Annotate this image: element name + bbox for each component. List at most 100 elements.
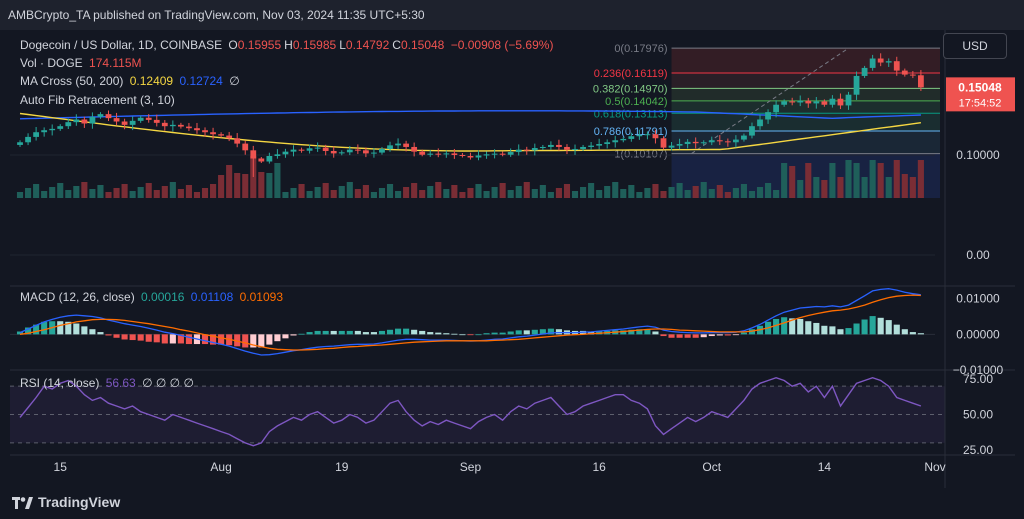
volume-bar: [65, 190, 72, 198]
candle-body: [660, 138, 667, 148]
candle-body: [210, 132, 216, 135]
candle-body: [893, 61, 900, 71]
candle-body: [652, 134, 659, 139]
macd-histogram-bar: [700, 334, 707, 338]
volume-bar: [732, 188, 739, 198]
candle-body: [33, 132, 40, 137]
currency-button[interactable]: USD: [943, 33, 1007, 59]
macd-histogram-bar: [459, 334, 466, 336]
candle-body: [901, 70, 908, 75]
candle-body: [338, 152, 345, 154]
candle-body: [379, 148, 385, 153]
candle-body: [708, 140, 715, 143]
volume-bar: [427, 186, 434, 198]
macd-histogram-bar: [813, 322, 820, 335]
ohlc-value-c: 0.15048: [400, 38, 445, 52]
macd-histogram-bar: [41, 321, 48, 335]
volume-bar: [917, 160, 924, 198]
volume-bar: [201, 188, 209, 198]
candle-body: [41, 130, 48, 133]
volume-bar: [137, 187, 144, 198]
candle-body: [89, 116, 96, 124]
volume-bar: [242, 174, 249, 198]
footer: [0, 488, 1024, 519]
volume-bar: [161, 186, 168, 198]
volume-value: 174.115M: [89, 56, 142, 70]
fib-retracement-layer: 0(0.17976)0.236(0.16119)0.382(0.14970)0.…: [593, 43, 940, 198]
macd-histogram-bar: [853, 323, 860, 335]
candle-body: [314, 147, 321, 149]
macd-histogram-bar: [684, 334, 691, 338]
volume-bar: [523, 182, 530, 198]
ohlc-key-c: C: [392, 38, 401, 52]
volume-bar: [821, 180, 828, 198]
macd-histogram-bar: [81, 326, 88, 335]
macd-histogram-bar: [282, 334, 289, 339]
volume-bar: [298, 184, 305, 198]
candle-body: [145, 117, 152, 120]
candle-body: [362, 150, 369, 154]
macd-histogram-bar: [483, 333, 490, 335]
volume-bar: [644, 188, 651, 198]
macd-label: MACD (12, 26, close): [20, 290, 135, 304]
macd-histogram-bar: [113, 334, 120, 338]
candle-body: [306, 148, 313, 151]
candle-body: [226, 135, 233, 139]
ma-slow-value: 0.12724: [179, 74, 223, 88]
volume-bar: [507, 190, 514, 198]
candle-body: [177, 124, 184, 127]
candle-body: [789, 101, 796, 103]
time-axis-label: 14: [818, 460, 832, 474]
candle-body: [523, 149, 530, 151]
candle-body: [861, 67, 868, 76]
candle-body: [604, 142, 611, 145]
fib-label: Auto Fib Retracement (3, 10): [20, 93, 175, 107]
price-axis-label: 0.10000: [956, 148, 1000, 162]
macd-signal-value: 0.01093: [239, 290, 284, 304]
volume-bar: [145, 183, 152, 198]
candle-body: [419, 151, 426, 155]
volume-bar: [636, 192, 643, 198]
macd-histogram-bar: [845, 328, 852, 335]
macd-histogram-bar: [781, 317, 788, 335]
macd-histogram-bar: [322, 330, 329, 335]
ohlc-value-h: 0.15985: [292, 38, 337, 52]
time-axis-label: Nov: [924, 460, 945, 474]
candle-body: [749, 126, 755, 136]
publisher-bar: AMBCrypto_TA published on TradingView.co…: [0, 0, 1024, 30]
volume-bar: [563, 184, 571, 198]
macd-histogram-bar: [805, 321, 812, 335]
volume-bar: [386, 184, 394, 198]
candle-body: [81, 119, 88, 124]
candle-body: [917, 75, 924, 88]
candle-body: [765, 112, 771, 120]
macd-histogram-bar: [917, 333, 924, 335]
volume-bar: [612, 182, 619, 198]
candle-body: [692, 141, 699, 144]
volume-bar: [378, 188, 386, 198]
volume-bar: [81, 182, 88, 198]
candle-body: [845, 94, 852, 106]
volume-bar: [547, 192, 554, 198]
macd-histogram-bar: [419, 330, 426, 335]
candle-body: [644, 134, 651, 136]
macd-axis-label: 0.01000: [956, 292, 1000, 306]
macd-histogram-bar: [274, 334, 281, 342]
candle-body: [282, 151, 289, 155]
volume-bar: [724, 192, 731, 198]
macd-histogram-bar: [258, 334, 265, 348]
volume-bar: [226, 165, 233, 198]
volume-bar: [73, 186, 80, 198]
volume-bar: [588, 183, 595, 198]
time-axis-label: Sep: [460, 460, 482, 474]
macd-histogram-bar: [716, 334, 723, 336]
volume-bar: [571, 191, 579, 198]
candle-body: [169, 124, 176, 127]
macd-histogram-bar: [861, 319, 868, 335]
macd-histogram-bar: [89, 329, 96, 335]
candle-body: [620, 138, 627, 141]
volume-bar: [869, 160, 876, 198]
candle-body: [113, 118, 120, 122]
macd-histogram-bar: [821, 325, 828, 335]
tradingview-logo[interactable]: TradingView: [12, 494, 120, 510]
